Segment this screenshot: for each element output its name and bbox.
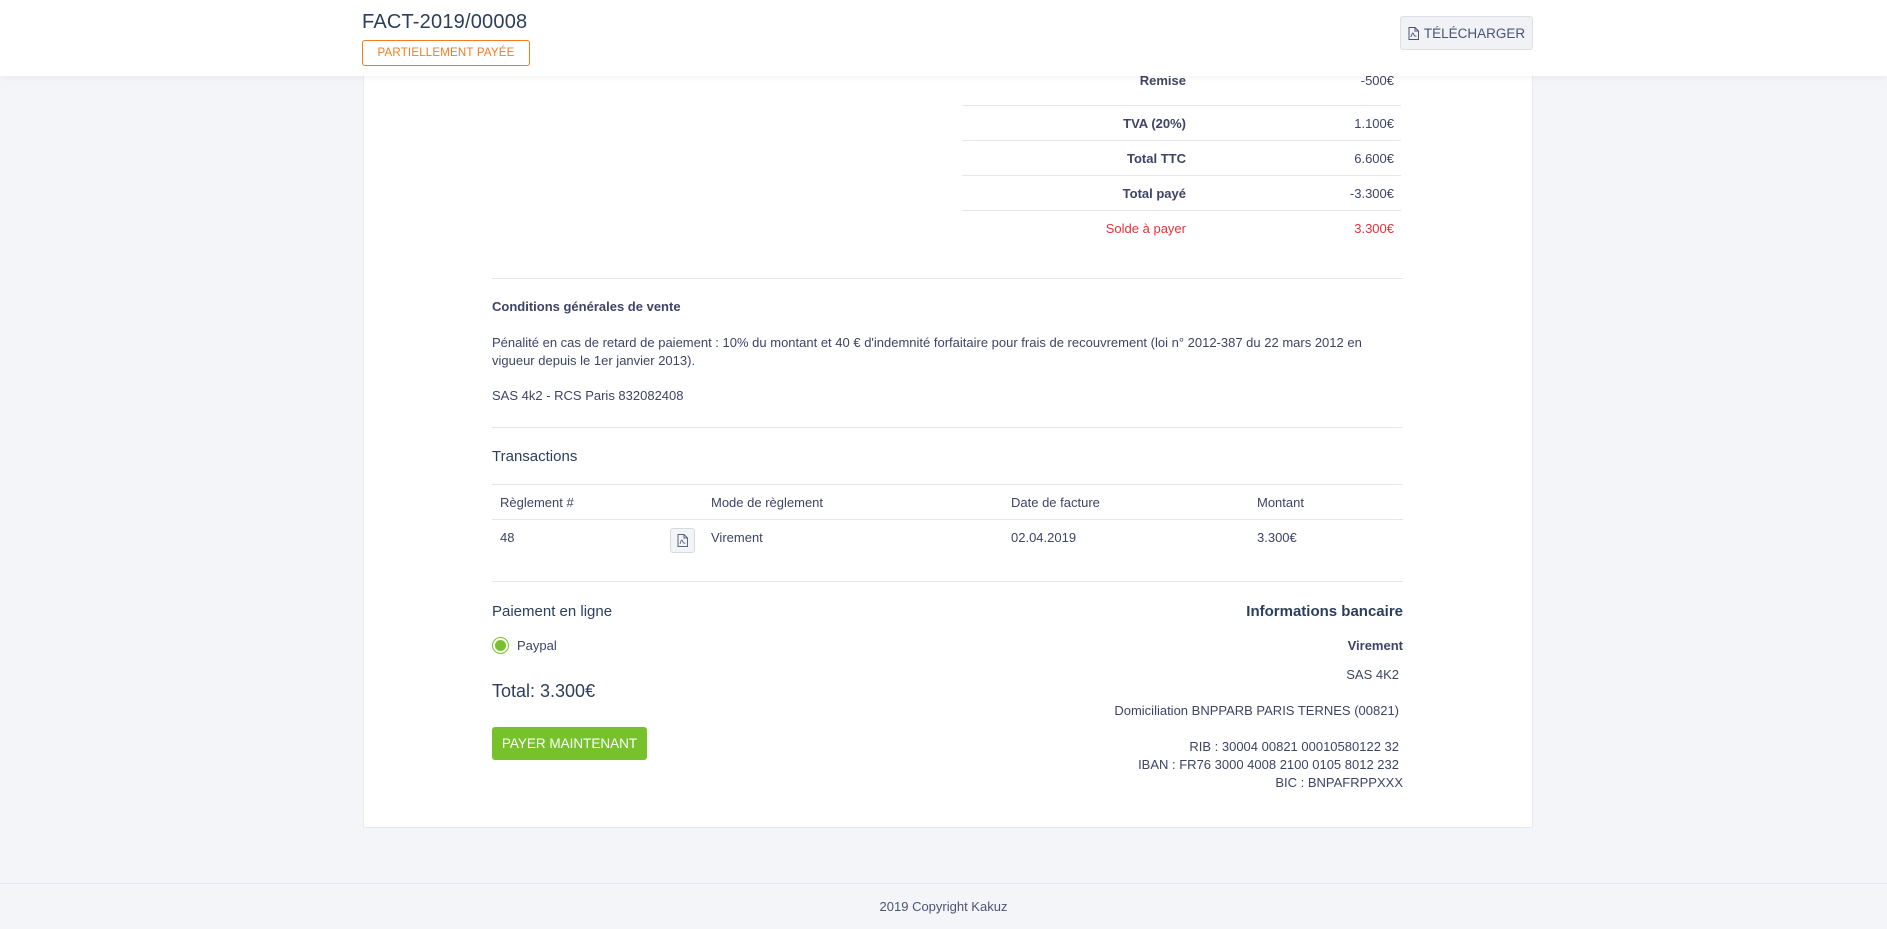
invoice-number: FACT-2019/00008 [362,11,528,33]
totals-row-paid: Total payé -3.300€ [962,176,1401,211]
bank-iban: IBAN : FR76 3000 4008 2100 0105 8012 232 [1138,757,1399,772]
footer-copyright: 2019 Copyright Kakuz [879,899,1008,914]
divider [492,278,1403,279]
bank-rib: RIB : 30004 00821 00010580122 32 [1189,739,1399,754]
table-header: Règlement # Mode de règlement Date de fa… [492,484,1403,519]
payment-amount: 3.300€ [1257,530,1297,545]
vat-value: 1.100€ [1354,116,1394,131]
conditions-title: Conditions générales de vente [492,299,681,314]
vat-label: TVA (20%) [1123,116,1186,131]
bank-info: Informations bancaire [1246,603,1403,620]
transactions-title: Transactions [492,448,578,465]
pdf-file-icon [1408,26,1419,40]
top-bar: FACT-2019/00008 PARTIELLEMENT PAYÉE TÉLÉ… [0,0,1887,76]
balance-due-label: Solde à payer [1105,221,1186,236]
download-label: TÉLÉCHARGER [1423,25,1526,41]
totals-table: Remise -500€ TVA (20%) 1.100€ Total TTC … [962,71,1401,246]
divider [492,427,1403,428]
totals-row-balance-due: Solde à payer 3.300€ [962,211,1401,246]
online-payment-title: Paiement en ligne [492,603,613,620]
column-header: Montant [1257,495,1304,510]
bank-bic: BIC : BNPAFRPPXXX [1275,775,1403,790]
receipt-pdf-button[interactable] [670,528,695,553]
radio-selected-icon[interactable] [492,637,509,654]
bank-method: Virement [1347,638,1403,653]
bank-info-title: Informations bancaire [1246,603,1403,620]
bank-holder: SAS 4K2 [1346,667,1399,682]
payment-mode: Virement [711,530,763,545]
table-row: 48 Virement 02.04.2019 3.300€ [492,519,1403,554]
total-paid-value: -3.300€ [1349,186,1394,201]
footer-divider [0,883,1887,884]
invoice-date: 02.04.2019 [1011,530,1077,545]
column-header: Date de facture [1011,495,1100,510]
status-badge: PARTIELLEMENT PAYÉE [362,40,530,66]
transactions-table: Règlement # Mode de règlement Date de fa… [492,484,1403,554]
totals-row-discount: Remise -500€ [962,71,1401,106]
column-header: Mode de règlement [711,495,824,510]
total-ttc-label: Total TTC [1127,151,1186,166]
total-ttc-value: 6.600€ [1354,151,1394,166]
balance-due-value: 3.300€ [1354,221,1394,236]
pdf-file-icon [677,534,688,547]
payment-id: 48 [500,530,515,545]
company-registration: SAS 4k2 - RCS Paris 832082408 [492,388,684,403]
divider [492,581,1403,582]
totals-row-vat: TVA (20%) 1.100€ [962,106,1401,141]
pay-now-button[interactable]: PAYER MAINTENANT [492,727,647,760]
bank-domiciliation: Domiciliation BNPPARB PARIS TERNES (0082… [1114,703,1399,718]
paypal-option[interactable]: Paypal [492,637,557,654]
total-paid-label: Total payé [1122,186,1186,201]
totals-row-total-ttc: Total TTC 6.600€ [962,141,1401,176]
download-button[interactable]: TÉLÉCHARGER [1400,16,1533,50]
conditions-text: Pénalité en cas de retard de paiement : … [492,335,1362,368]
paypal-label: Paypal [517,638,557,653]
column-header: Règlement # [500,495,574,510]
payment-total: Total: 3.300€ [492,681,596,701]
